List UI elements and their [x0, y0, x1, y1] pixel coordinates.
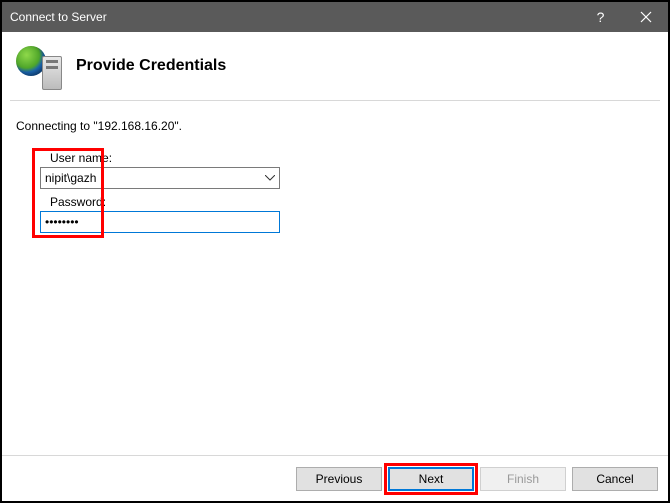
next-button-wrap: Next	[388, 467, 474, 491]
titlebar: Connect to Server ?	[2, 2, 668, 32]
close-button[interactable]	[623, 2, 668, 32]
previous-button[interactable]: Previous	[296, 467, 382, 491]
cancel-button[interactable]: Cancel	[572, 467, 658, 491]
wizard-footer: Previous Next Finish Cancel	[2, 455, 668, 501]
page-heading: Provide Credentials	[76, 57, 226, 75]
help-icon: ?	[597, 9, 605, 25]
password-row: Password:	[40, 195, 654, 233]
username-input-wrap	[40, 167, 280, 189]
password-input[interactable]	[40, 211, 280, 233]
help-button[interactable]: ?	[578, 2, 623, 32]
wizard-header: Provide Credentials	[2, 32, 668, 100]
username-input[interactable]	[40, 167, 280, 189]
username-label: User name:	[50, 151, 654, 165]
titlebar-actions: ?	[578, 2, 668, 32]
status-text: Connecting to "192.168.16.20".	[16, 119, 654, 133]
window-title: Connect to Server	[10, 10, 578, 24]
finish-button: Finish	[480, 467, 566, 491]
password-label: Password:	[50, 195, 654, 209]
server-globe-icon	[16, 42, 64, 90]
username-row: User name:	[40, 151, 654, 189]
close-icon	[640, 11, 652, 23]
content-area: Connecting to "192.168.16.20". User name…	[2, 101, 668, 454]
next-button[interactable]: Next	[388, 467, 474, 491]
